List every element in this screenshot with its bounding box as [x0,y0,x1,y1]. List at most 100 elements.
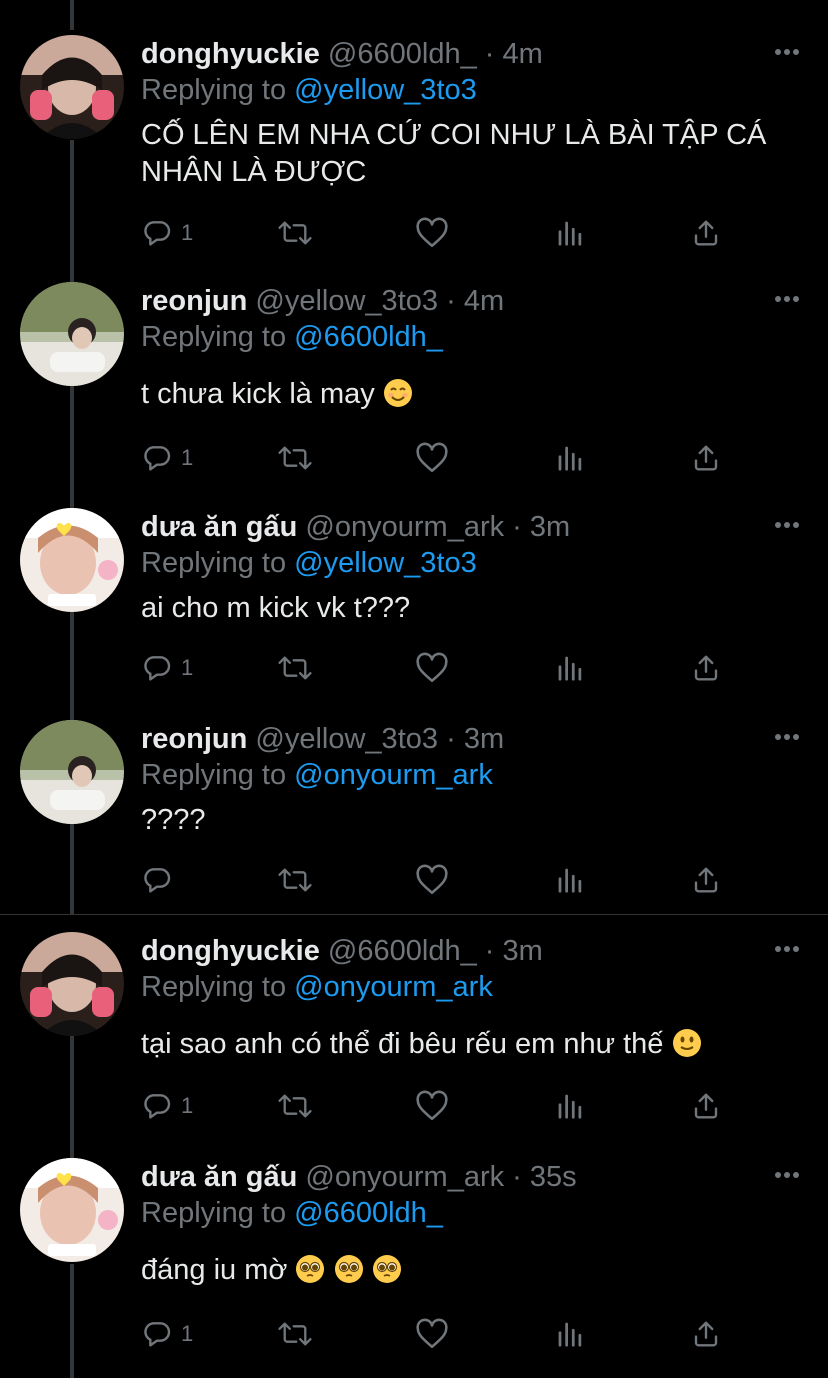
user-handle[interactable]: @yellow_3to3 [255,285,438,317]
replying-to-label: Replying to [141,321,287,353]
avatar-sticker [20,1158,124,1262]
tweet-actions: 1 [141,1088,741,1128]
retweet-button[interactable] [277,215,313,251]
replying-to-label: Replying to [141,547,287,579]
reply-button[interactable]: 1 [141,440,193,476]
avatar[interactable] [20,1158,124,1262]
reply-icon [141,1090,173,1122]
display-name[interactable]: dưa ăn gấu [141,1161,297,1193]
mention-link[interactable]: @6600ldh_ [294,321,443,353]
avatar[interactable] [20,282,124,386]
analytics-icon [555,1318,585,1350]
slightly-smiling-face-emoji [672,1029,701,1057]
display-name[interactable]: reonjun [141,723,247,755]
tweet-text: ai cho m kick vk t??? [141,592,411,624]
analytics-button[interactable] [555,215,585,251]
more-icon[interactable] [772,722,802,752]
reply-count: 1 [181,1093,194,1118]
analytics-button[interactable] [555,1316,585,1352]
share-icon [691,1318,721,1350]
like-button[interactable] [415,650,449,686]
user-handle[interactable]: @6600ldh_ [328,935,477,967]
reply-button[interactable] [141,862,181,898]
like-button[interactable] [415,215,449,251]
user-handle[interactable]: @6600ldh_ [328,38,477,70]
reply-button[interactable]: 1 [141,215,193,251]
timestamp[interactable]: 35s [530,1161,577,1193]
reply-button[interactable]: 1 [141,1316,193,1352]
share-button[interactable] [691,1088,721,1124]
separator: · [446,285,456,317]
tweet-text-content: t chưa kick là may [141,378,375,410]
tweet[interactable]: reonjun @yellow_3to3 · 4m Replying to @6… [0,282,828,482]
retweet-button[interactable] [277,862,313,898]
analytics-button[interactable] [555,1088,585,1124]
display-name[interactable]: dưa ăn gấu [141,511,297,543]
analytics-button[interactable] [555,440,585,476]
avatar[interactable] [20,508,124,612]
reply-button[interactable]: 1 [141,1088,193,1124]
tweet[interactable]: dưa ăn gấu @onyourm_ark · 35s Replying t… [0,1158,828,1368]
mention-link[interactable]: @yellow_3to3 [294,547,477,579]
retweet-icon [277,652,313,684]
share-button[interactable] [691,215,721,251]
timestamp[interactable]: 3m [503,935,543,967]
avatar[interactable] [20,720,124,824]
timestamp[interactable]: 3m [530,511,570,543]
thread-line [70,0,74,30]
like-button[interactable] [415,1088,449,1124]
reply-button[interactable]: 1 [141,650,193,686]
display-name[interactable]: reonjun [141,285,247,317]
tweet-header: reonjun @yellow_3to3 · 3m [141,720,504,758]
share-button[interactable] [691,862,721,898]
retweet-button[interactable] [277,650,313,686]
timestamp[interactable]: 4m [464,285,504,317]
retweet-button[interactable] [277,1316,313,1352]
share-button[interactable] [691,650,721,686]
avatar[interactable] [20,35,124,139]
more-icon[interactable] [772,510,802,540]
replying-to-label: Replying to [141,74,287,106]
retweet-icon [277,864,313,896]
retweet-button[interactable] [277,1088,313,1124]
user-handle[interactable]: @yellow_3to3 [255,723,438,755]
share-button[interactable] [691,1316,721,1352]
avatar-outdoor [20,282,124,386]
replying-to-label: Replying to [141,1197,287,1229]
more-icon[interactable] [772,37,802,67]
retweet-button[interactable] [277,440,313,476]
retweet-icon [277,217,313,249]
user-handle[interactable]: @onyourm_ark [305,1161,504,1193]
more-icon[interactable] [772,284,802,314]
tweet[interactable]: donghyuckie @6600ldh_ · 4m Replying to @… [0,35,828,275]
tweet[interactable]: donghyuckie @6600ldh_ · 3m Replying to @… [0,932,828,1132]
display-name[interactable]: donghyuckie [141,38,320,70]
mention-link[interactable]: @onyourm_ark [294,759,493,791]
tweet[interactable]: dưa ăn gấu @onyourm_ark · 3m Replying to… [0,508,828,708]
more-icon[interactable] [772,1160,802,1190]
mention-link[interactable]: @onyourm_ark [294,971,493,1003]
display-name[interactable]: donghyuckie [141,935,320,967]
like-button[interactable] [415,440,449,476]
timestamp[interactable]: 4m [503,38,543,70]
replying-to: Replying to @yellow_3to3 [141,72,477,108]
share-button[interactable] [691,440,721,476]
analytics-button[interactable] [555,650,585,686]
analytics-icon [555,1090,585,1122]
mention-link[interactable]: @yellow_3to3 [294,74,477,106]
like-button[interactable] [415,1316,449,1352]
timestamp[interactable]: 3m [464,723,504,755]
mention-link[interactable]: @6600ldh_ [294,1197,443,1229]
like-button[interactable] [415,862,449,898]
more-icon[interactable] [772,934,802,964]
tweet-header: dưa ăn gấu @onyourm_ark · 35s [141,1158,577,1196]
tweet[interactable]: reonjun @yellow_3to3 · 3m Replying to @o… [0,720,828,910]
share-icon [691,442,721,474]
analytics-button[interactable] [555,862,585,898]
avatar[interactable] [20,932,124,1036]
reply-icon [141,864,173,896]
retweet-icon [277,1318,313,1350]
separator: · [512,1161,522,1193]
user-handle[interactable]: @onyourm_ark [305,511,504,543]
retweet-icon [277,1090,313,1122]
